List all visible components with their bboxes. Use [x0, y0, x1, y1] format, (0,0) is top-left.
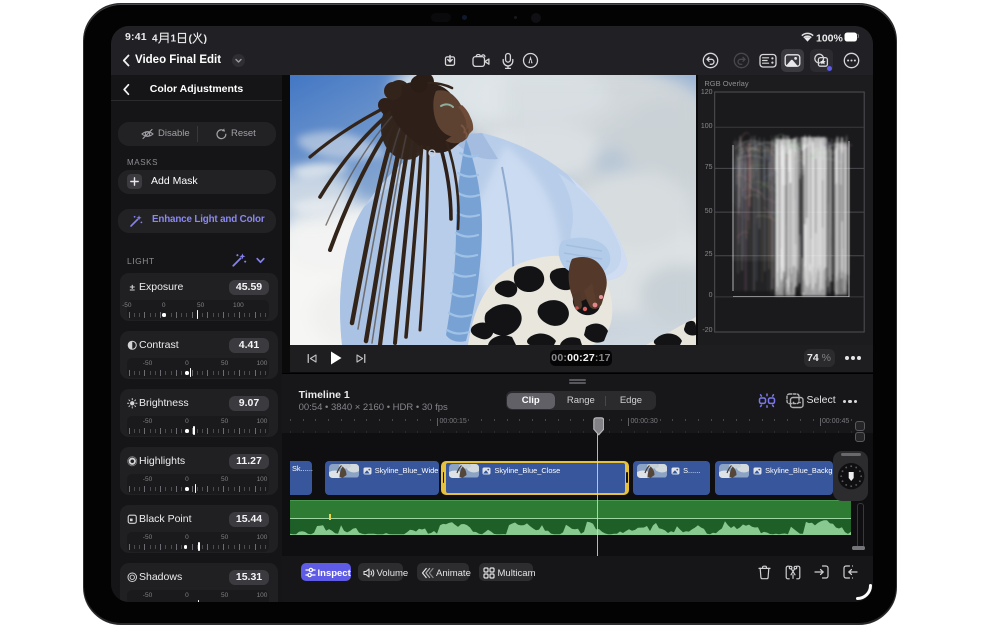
- svg-text:1: 1: [171, 33, 177, 43]
- svg-text:4: 4: [152, 33, 158, 43]
- svg-text:±: ±: [130, 282, 136, 292]
- svg-text:): ): [204, 32, 208, 43]
- svg-text:100%: 100%: [816, 32, 844, 44]
- svg-text:(: (: [189, 32, 193, 43]
